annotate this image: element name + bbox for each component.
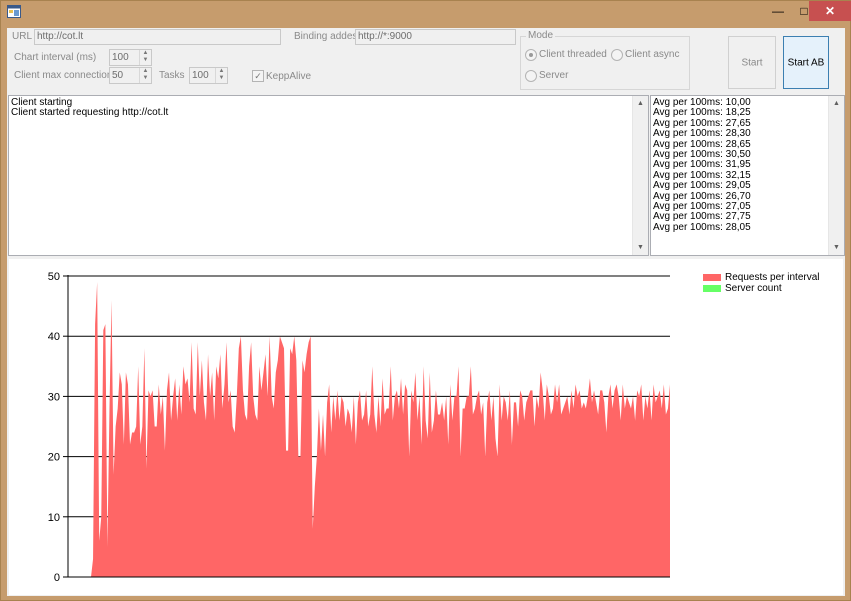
tasks-arrows[interactable]: ▲ ▼	[215, 68, 227, 83]
mode-groupbox: Mode Client threaded Client async Server	[520, 30, 690, 90]
series-area-0	[91, 282, 670, 577]
averages-lines: Avg per 100ms: 10,00 Avg per 100ms: 18,25…	[651, 96, 844, 233]
chevron-down-icon[interactable]: ▼	[140, 75, 151, 82]
binding-label: Binding addess	[294, 31, 363, 42]
client-max-connections-arrows[interactable]: ▲ ▼	[139, 68, 151, 83]
start-ab-button[interactable]: Start AB	[783, 36, 829, 89]
url-input[interactable]: http://cot.lt	[34, 29, 281, 45]
chart-panel: 0 10 20 30 40 50 Requests per interval Server …	[9, 259, 843, 595]
y-tick-label: 20	[48, 452, 60, 464]
scroll-down-icon[interactable]: ▼	[829, 240, 844, 255]
y-tick-label: 50	[48, 271, 60, 283]
start-button-label: Start	[741, 57, 763, 68]
client-threaded-label: Client threaded	[539, 49, 607, 60]
log-textbox[interactable]: Client starting Client started requesting…	[8, 95, 649, 256]
chevron-up-icon[interactable]: ▲	[140, 68, 151, 75]
legend-swatch	[703, 284, 721, 292]
app-icon	[7, 5, 21, 18]
app-window: — □ ✕ URL http://cot.lt Binding addess h…	[0, 0, 851, 601]
scroll-up-icon[interactable]: ▲	[633, 96, 648, 111]
mode-title: Mode	[526, 30, 556, 41]
client-async-radio[interactable]	[611, 49, 623, 61]
url-label: URL	[12, 31, 33, 42]
title-bar[interactable]: — □ ✕	[1, 1, 851, 23]
client-max-connections-stepper[interactable]: 50 ▲ ▼	[109, 67, 152, 84]
chevron-down-icon[interactable]: ▼	[216, 75, 227, 82]
server-radio[interactable]	[525, 70, 537, 82]
averages-textbox[interactable]: Avg per 100ms: 10,00 Avg per 100ms: 18,25…	[650, 95, 845, 256]
server-label: Server	[539, 70, 569, 81]
client-threaded-radio[interactable]	[525, 49, 537, 61]
y-tick-label: 40	[48, 331, 60, 343]
log-line: Client started requesting http://cot.lt	[11, 107, 169, 119]
chevron-down-icon[interactable]: ▼	[140, 57, 151, 64]
client-async-label: Client async	[625, 49, 680, 60]
averages-scrollbar[interactable]: ▲ ▼	[828, 96, 844, 255]
tasks-value: 100	[192, 70, 209, 81]
chevron-up-icon[interactable]: ▲	[140, 50, 151, 57]
start-button[interactable]: Start	[728, 36, 776, 89]
legend-entry: Server count	[703, 283, 782, 294]
start-ab-button-label: Start AB	[787, 57, 825, 68]
chevron-up-icon[interactable]: ▲	[216, 68, 227, 75]
legend-entry: Requests per interval	[703, 272, 820, 283]
form-client-area: URL http://cot.lt Binding addess http://…	[7, 28, 845, 596]
keepalive-label: KeppAlive	[266, 71, 312, 82]
y-tick-label: 30	[48, 391, 60, 403]
log-scrollbar[interactable]: ▲ ▼	[632, 96, 648, 255]
log-lines: Client starting Client started requesting…	[9, 96, 648, 119]
chart-interval-value: 100	[112, 52, 129, 63]
average-line: Avg per 100ms: 28,05	[653, 221, 751, 233]
legend-label: Server count	[725, 283, 782, 294]
legend-swatch	[703, 273, 721, 281]
legend-label: Requests per interval	[725, 272, 820, 283]
scroll-down-icon[interactable]: ▼	[633, 240, 648, 255]
binding-input[interactable]: http://*:9000	[355, 29, 516, 45]
y-tick-label: 10	[48, 512, 60, 524]
chart-interval-stepper[interactable]: 100 ▲ ▼	[109, 49, 152, 66]
close-icon[interactable]: ✕	[809, 1, 851, 21]
chart-interval-arrows[interactable]: ▲ ▼	[139, 50, 151, 65]
client-max-connections-label: Client max connections	[14, 70, 118, 81]
minimize-icon[interactable]: —	[765, 1, 791, 21]
requests-chart: 0 10 20 30 40 50	[48, 271, 670, 584]
tasks-stepper[interactable]: 100 ▲ ▼	[189, 67, 228, 84]
chart-interval-label: Chart interval (ms)	[14, 52, 97, 63]
scroll-up-icon[interactable]: ▲	[829, 96, 844, 111]
client-max-connections-value: 50	[112, 70, 124, 81]
tasks-label: Tasks	[159, 70, 185, 81]
y-tick-label: 0	[54, 572, 60, 584]
keepalive-checkbox[interactable]: ✓	[252, 70, 264, 82]
